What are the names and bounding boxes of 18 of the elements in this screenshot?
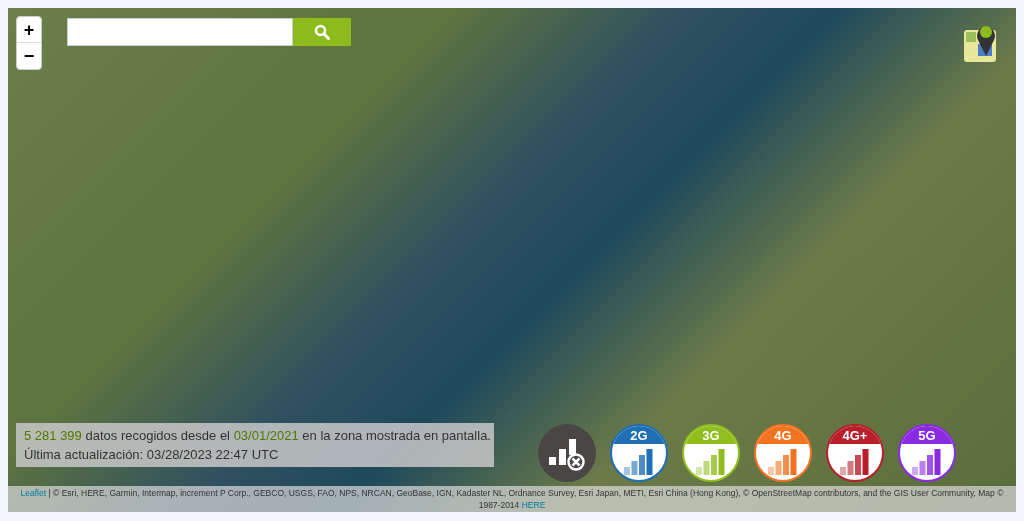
network-layer-button[interactable]: 4G+	[826, 424, 884, 482]
network-layer-button[interactable]: 5G	[898, 424, 956, 482]
zoom-in-button[interactable]: +	[17, 17, 41, 43]
signal-bars-icon	[624, 449, 654, 475]
signal-bars-icon	[696, 449, 726, 475]
data-count-text: 5 281 399 datos recogidos desde el 03/01/2021 en la zona mostrada en pantalla.	[24, 427, 492, 445]
attribution-text: Leaflet | © Esri, HERE, Garmin, Intermap, increment P Corp., GEBCO, USGS, FAO, NPS, NRCAN, GeoBase, IGN, Kadaster NL, Ordnance Survey, Esri Japan, METI, Esri China (Hong Kong), © OpenStreetMap contributors, and the GIS User Community, Map © 1987-2014 HERE	[19, 487, 1005, 511]
zoom-out-button[interactable]: −	[17, 43, 41, 69]
here-link[interactable]: HERE	[521, 500, 546, 510]
search-icon	[314, 24, 330, 40]
signal-bars-icon	[840, 449, 870, 475]
signal-bars-icon	[768, 449, 798, 475]
search-field[interactable]	[67, 18, 293, 46]
network-layer-button[interactable]: 4G	[754, 424, 812, 482]
signal-bars-icon	[912, 449, 942, 475]
satellite-map[interactable]	[8, 8, 1016, 512]
last-update-text: Última actualización: 03/28/2023 22:47 UTC	[24, 446, 280, 464]
network-layer-button[interactable]: 2G	[610, 424, 668, 482]
